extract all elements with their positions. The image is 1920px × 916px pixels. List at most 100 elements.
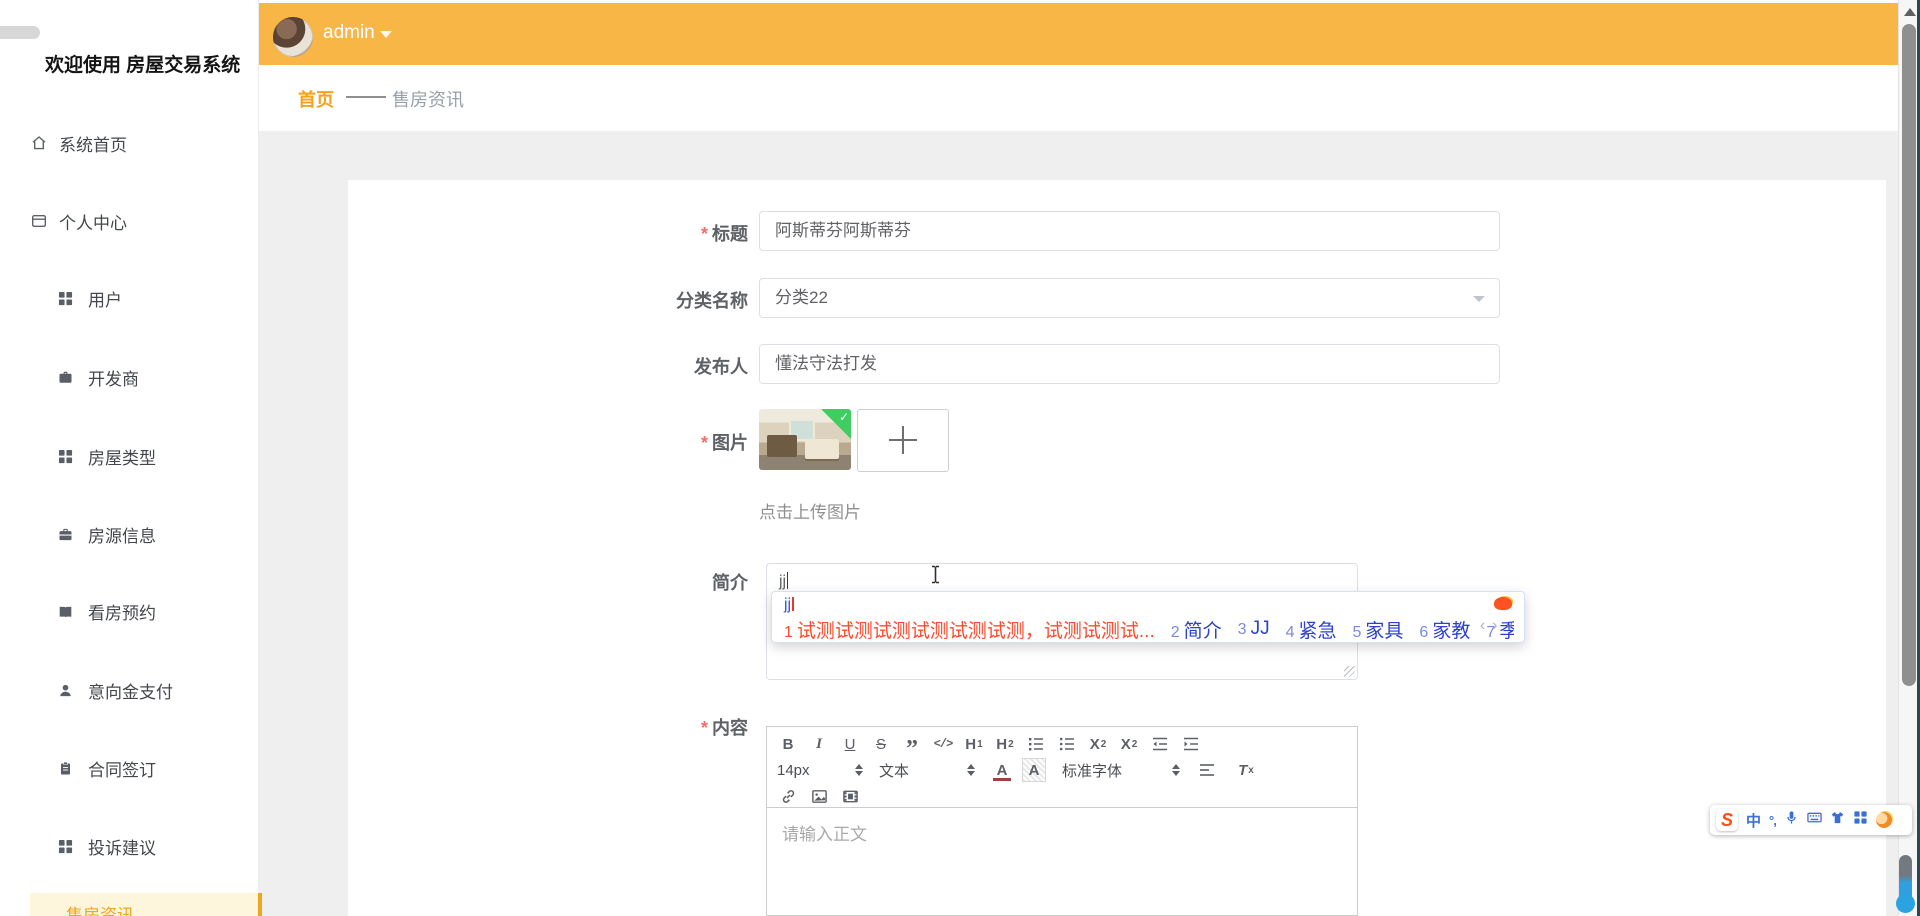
heading2-button[interactable]: H2 <box>994 733 1016 755</box>
sidebar-item-label: 投诉建议 <box>88 834 156 859</box>
ime-candidate-popup: jj 1试测试测试测试测试测试测，试测试测试... 2简介 3JJ 4紧急 5家… <box>771 591 1525 643</box>
ime-candidate[interactable]: 6家教 <box>1419 616 1470 643</box>
sidebar-item-label: 合同签订 <box>88 756 156 781</box>
sogou-mascot-icon[interactable] <box>1876 812 1892 828</box>
font-family-picker[interactable]: 标准字体 <box>1062 760 1180 781</box>
ime-candidate[interactable]: 4紧急 <box>1286 616 1337 643</box>
grid-icon <box>56 837 74 855</box>
text-caret <box>787 572 788 589</box>
editor-content-area[interactable]: 请输入正文 <box>766 808 1358 916</box>
app-title: 欢迎使用 房屋交易系统 <box>45 50 240 77</box>
underline-button[interactable]: U <box>839 733 861 755</box>
user-avatar[interactable] <box>273 17 313 57</box>
image-field-label: *图片 <box>508 429 748 455</box>
ime-caret <box>792 597 794 611</box>
sidebar-item-viewing-appointment[interactable]: 看房预约 <box>56 598 156 624</box>
sidebar-item-system-home[interactable]: 系统首页 <box>30 130 127 156</box>
font-size-picker[interactable]: 14px <box>777 762 863 779</box>
upload-add-button[interactable] <box>857 409 949 472</box>
align-button[interactable] <box>1196 759 1218 781</box>
sidebar-item-label: 房屋类型 <box>88 444 156 469</box>
publisher-input[interactable]: 懂法守法打发 <box>759 344 1500 384</box>
mouse-ibeam-cursor <box>930 565 941 589</box>
microphone-icon[interactable] <box>1784 810 1799 830</box>
content-field-label: *内容 <box>508 714 748 740</box>
scrollbar-up-arrow[interactable] <box>1904 8 1916 16</box>
code-block-button[interactable]: </> <box>932 733 954 755</box>
chevron-down-icon[interactable] <box>380 31 392 38</box>
sidebar-item-house-type[interactable]: 房屋类型 <box>56 443 156 469</box>
strikethrough-button[interactable]: S <box>870 733 892 755</box>
sidebar-item-deposit-payment[interactable]: 意向金支付 <box>56 677 173 703</box>
touch-text-caret-ball[interactable] <box>1896 894 1915 913</box>
skin-tshirt-icon[interactable] <box>1830 810 1845 830</box>
heading1-button[interactable]: H1 <box>963 733 985 755</box>
link-button[interactable] <box>777 785 799 807</box>
top-header-bar: admin <box>258 3 1898 65</box>
briefcase-icon <box>56 368 74 386</box>
ime-emoji-icon[interactable] <box>1494 597 1512 610</box>
sidebar-item-complaint-suggestion[interactable]: 投诉建议 <box>56 833 156 859</box>
indent-button[interactable] <box>1180 733 1202 755</box>
ordered-list-button[interactable] <box>1025 733 1047 755</box>
picker-arrows-icon <box>855 764 863 776</box>
keyboard-icon[interactable] <box>1807 810 1822 830</box>
editor-placeholder: 请输入正文 <box>782 825 867 844</box>
sidebar-item-personal-center[interactable]: 个人中心 <box>30 208 127 234</box>
sidebar-item-label: 意向金支付 <box>88 678 173 703</box>
ime-candidate[interactable]: 2简介 <box>1171 616 1222 643</box>
ime-expand-chevron[interactable]: ∨ <box>1504 618 1514 634</box>
ime-composition: jj <box>784 595 1514 615</box>
ime-candidate[interactable]: 5家具 <box>1353 616 1404 643</box>
ime-chinese-mode-indicator[interactable]: 中 <box>1746 810 1761 831</box>
publisher-field-label: 发布人 <box>508 353 748 379</box>
title-field-label: *标题 <box>508 220 748 246</box>
select-chevron-down-icon[interactable] <box>1473 296 1485 302</box>
sogou-logo-icon[interactable]: S <box>1716 809 1738 831</box>
home-icon <box>30 134 48 152</box>
superscript-button[interactable]: X2 <box>1118 733 1140 755</box>
uploaded-image-thumbnail[interactable]: ✓ <box>759 409 851 470</box>
image-button[interactable] <box>808 785 830 807</box>
required-asterisk: * <box>701 224 708 244</box>
ime-candidate[interactable]: 3JJ <box>1238 618 1270 640</box>
outdent-button[interactable] <box>1149 733 1171 755</box>
sidebar-item-label: 用户 <box>88 286 122 311</box>
breadcrumb-separator <box>346 96 386 98</box>
subscript-button[interactable]: X2 <box>1087 733 1109 755</box>
ime-next-page-arrow[interactable]: › <box>1492 617 1497 635</box>
sidebar-item-sale-news-active[interactable]: 售房资讯 <box>30 893 262 916</box>
sidebar-item-label: 开发商 <box>88 365 139 390</box>
sidebar-item-label: 系统首页 <box>59 131 127 156</box>
sidebar-item-listing-info[interactable]: 房源信息 <box>56 521 156 547</box>
category-select[interactable]: 分类22 <box>759 278 1500 318</box>
grid-icon <box>56 447 74 465</box>
user-icon <box>56 681 74 699</box>
ime-prev-page-arrow[interactable]: ‹ <box>1480 617 1485 635</box>
bold-button[interactable]: B <box>777 733 799 755</box>
sidebar-item-users[interactable]: 用户 <box>56 285 122 311</box>
ime-pager: ‹ › ∨ <box>1480 617 1514 635</box>
page-scrollbar-thumb[interactable] <box>1902 24 1916 686</box>
sidebar-item-contract-signing[interactable]: 合同签订 <box>56 755 156 781</box>
apps-grid-icon[interactable] <box>1853 810 1868 830</box>
picker-arrows-icon <box>1172 764 1180 776</box>
highlight-color-button[interactable]: A <box>1022 758 1046 782</box>
breadcrumb-home-link[interactable]: 首页 <box>298 86 334 112</box>
italic-button[interactable]: I <box>808 733 830 755</box>
text-color-button[interactable]: A <box>991 759 1013 781</box>
video-button[interactable] <box>839 785 861 807</box>
textarea-resize-handle[interactable] <box>1344 666 1355 677</box>
text-style-picker[interactable]: 文本 <box>879 760 975 781</box>
ime-punctuation-icon[interactable]: °, <box>1769 813 1776 828</box>
clear-format-button[interactable]: Tx <box>1235 759 1257 781</box>
bullet-list-button[interactable] <box>1056 733 1078 755</box>
panel-icon <box>30 212 48 230</box>
ime-candidate[interactable]: 1试测试测试测试测试测试测，试测试测试... <box>784 616 1155 643</box>
blockquote-button[interactable]: ” <box>901 728 923 760</box>
sidebar-item-developer[interactable]: 开发商 <box>56 364 139 390</box>
upload-hint-text: 点击上传图片 <box>759 498 861 523</box>
username-label[interactable]: admin <box>323 22 375 44</box>
title-input[interactable]: 阿斯蒂芬阿斯蒂芬 <box>759 211 1500 251</box>
editor-toolbar-row-3 <box>777 784 1347 808</box>
